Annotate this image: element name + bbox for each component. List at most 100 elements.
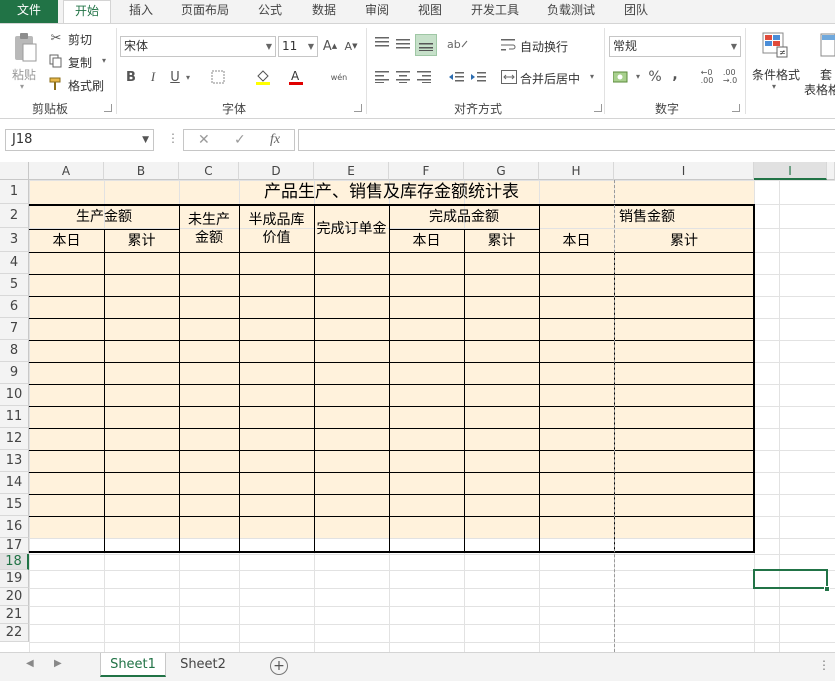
row-header-6[interactable]: 6: [0, 296, 29, 318]
alignment-launcher-icon[interactable]: [594, 104, 602, 112]
percent-button[interactable]: %: [646, 68, 664, 86]
orientation-icon[interactable]: ab: [447, 34, 469, 54]
header-today[interactable]: 本日: [29, 230, 104, 252]
paste-icon[interactable]: [10, 30, 40, 64]
add-sheet-icon[interactable]: +: [270, 657, 288, 675]
row-header-15[interactable]: 15: [0, 494, 29, 516]
tab-insert[interactable]: 插入: [120, 0, 162, 23]
row-header-3[interactable]: 3: [0, 228, 29, 252]
fill-color-icon[interactable]: [254, 68, 272, 86]
tab-review[interactable]: 审阅: [355, 0, 399, 23]
scissors-icon[interactable]: ✂: [48, 30, 64, 46]
copy-dropdown-icon[interactable]: ▾: [102, 56, 106, 65]
sheet-tab-sheet1[interactable]: Sheet1: [100, 653, 166, 677]
underline-dropdown-icon[interactable]: ▾: [186, 73, 190, 82]
tab-data[interactable]: 数据: [302, 0, 346, 23]
row-header-2[interactable]: 2: [0, 204, 29, 228]
column-header-b[interactable]: B: [104, 162, 179, 180]
currency-icon[interactable]: [612, 68, 632, 86]
column-header-h[interactable]: H: [539, 162, 614, 180]
select-all-corner[interactable]: [0, 162, 29, 180]
row-header-18[interactable]: 18: [0, 554, 29, 570]
increase-indent-icon[interactable]: [469, 68, 487, 86]
header-semi-finished-value[interactable]: 半成品库 价值: [239, 205, 314, 252]
decrease-decimal-icon[interactable]: .00 →.0: [720, 68, 740, 86]
row-header-16[interactable]: 16: [0, 516, 29, 538]
column-header-c[interactable]: C: [179, 162, 239, 180]
header-production-amount[interactable]: 生产金额: [29, 205, 179, 229]
font-name-select[interactable]: 宋体 ▼: [120, 36, 276, 57]
column-header-a[interactable]: A: [29, 162, 104, 180]
selected-cell[interactable]: [753, 569, 828, 589]
clipboard-launcher-icon[interactable]: [104, 104, 112, 112]
column-header-selected[interactable]: I: [754, 162, 827, 180]
number-format-select[interactable]: 常规 ▼: [609, 36, 741, 57]
number-launcher-icon[interactable]: [732, 104, 740, 112]
scroll-prev-sheet-icon[interactable]: ◀: [26, 658, 34, 669]
merge-dropdown-icon[interactable]: ▾: [590, 72, 594, 81]
header-completed-orders[interactable]: 完成订单金: [314, 205, 389, 252]
row-header-5[interactable]: 5: [0, 274, 29, 296]
bold-button[interactable]: B: [123, 69, 139, 85]
tab-formulas[interactable]: 公式: [248, 0, 292, 23]
tab-load-test[interactable]: 负载测试: [538, 0, 604, 23]
sheet-tab-sheet2[interactable]: Sheet2: [170, 653, 236, 677]
comma-button[interactable]: ,: [668, 66, 682, 84]
font-size-select[interactable]: 11 ▼: [278, 36, 318, 57]
fill-handle[interactable]: [824, 586, 830, 592]
row-header-17[interactable]: 17: [0, 538, 29, 554]
row-header-7[interactable]: 7: [0, 318, 29, 340]
shrink-font-icon[interactable]: A ▼: [343, 38, 359, 54]
row-header-20[interactable]: 20: [0, 588, 29, 606]
row-header-4[interactable]: 4: [0, 252, 29, 274]
table-format-icon[interactable]: [817, 32, 835, 58]
tab-page-layout[interactable]: 页面布局: [172, 0, 238, 23]
header-today[interactable]: 本日: [389, 230, 464, 252]
column-header-i[interactable]: I: [614, 162, 754, 180]
header-finished-amount[interactable]: 完成品金额: [389, 205, 539, 229]
formula-input[interactable]: [298, 129, 835, 151]
paste-dropdown-icon[interactable]: ▾: [20, 82, 24, 91]
header-cumulative[interactable]: 累计: [614, 230, 754, 252]
row-header-22[interactable]: 22: [0, 624, 29, 642]
row-header-1[interactable]: 1: [0, 180, 29, 204]
format-painter-icon[interactable]: [48, 76, 64, 92]
row-header-10[interactable]: 10: [0, 384, 29, 406]
header-cumulative[interactable]: 累计: [104, 230, 179, 252]
tab-view[interactable]: 视图: [408, 0, 452, 23]
row-header-12[interactable]: 12: [0, 428, 29, 450]
insert-function-button[interactable]: fx: [270, 132, 280, 148]
sheet-options-icon[interactable]: ⋮: [818, 658, 830, 672]
paste-button[interactable]: 粘贴: [12, 66, 36, 83]
wrap-text-icon[interactable]: [500, 37, 518, 53]
name-box[interactable]: J18 ▼: [5, 129, 154, 151]
column-header-d[interactable]: D: [239, 162, 314, 180]
format-painter-button[interactable]: 格式刷: [68, 77, 104, 94]
copy-button[interactable]: 复制: [68, 54, 92, 71]
tab-developer[interactable]: 开发工具: [462, 0, 528, 23]
phonetic-icon[interactable]: wén: [330, 68, 348, 86]
column-header-f[interactable]: F: [389, 162, 464, 180]
worksheet-grid[interactable]: A B C D E F G H I I 1 2 3 4 5 6 7 8 9 10 11 12 13 14 15 16 17 18 19 2…: [0, 162, 835, 652]
increase-decimal-icon[interactable]: ←0.00: [697, 68, 717, 86]
enter-icon[interactable]: ✓: [234, 132, 246, 148]
row-header-9[interactable]: 9: [0, 362, 29, 384]
conditional-format-dropdown-icon[interactable]: ▾: [772, 82, 776, 91]
copy-icon[interactable]: [48, 53, 64, 69]
merge-center-icon[interactable]: [500, 68, 518, 86]
underline-button[interactable]: U: [167, 69, 183, 85]
font-launcher-icon[interactable]: [354, 104, 362, 112]
font-color-icon[interactable]: A: [287, 68, 305, 86]
header-cumulative[interactable]: 累计: [464, 230, 539, 252]
align-left-icon[interactable]: [373, 68, 391, 86]
header-today[interactable]: 本日: [539, 230, 614, 252]
conditional-format-button[interactable]: 条件格式: [752, 66, 800, 83]
row-header-13[interactable]: 13: [0, 450, 29, 472]
merge-center-button[interactable]: 合并后居中: [520, 70, 580, 87]
header-sales-amount[interactable]: 销售金额: [614, 205, 680, 229]
align-top-icon[interactable]: [373, 34, 391, 52]
tab-file[interactable]: 文件: [0, 0, 58, 23]
grow-font-icon[interactable]: A ▲: [322, 38, 338, 54]
decrease-indent-icon[interactable]: [447, 68, 465, 86]
row-header-11[interactable]: 11: [0, 406, 29, 428]
